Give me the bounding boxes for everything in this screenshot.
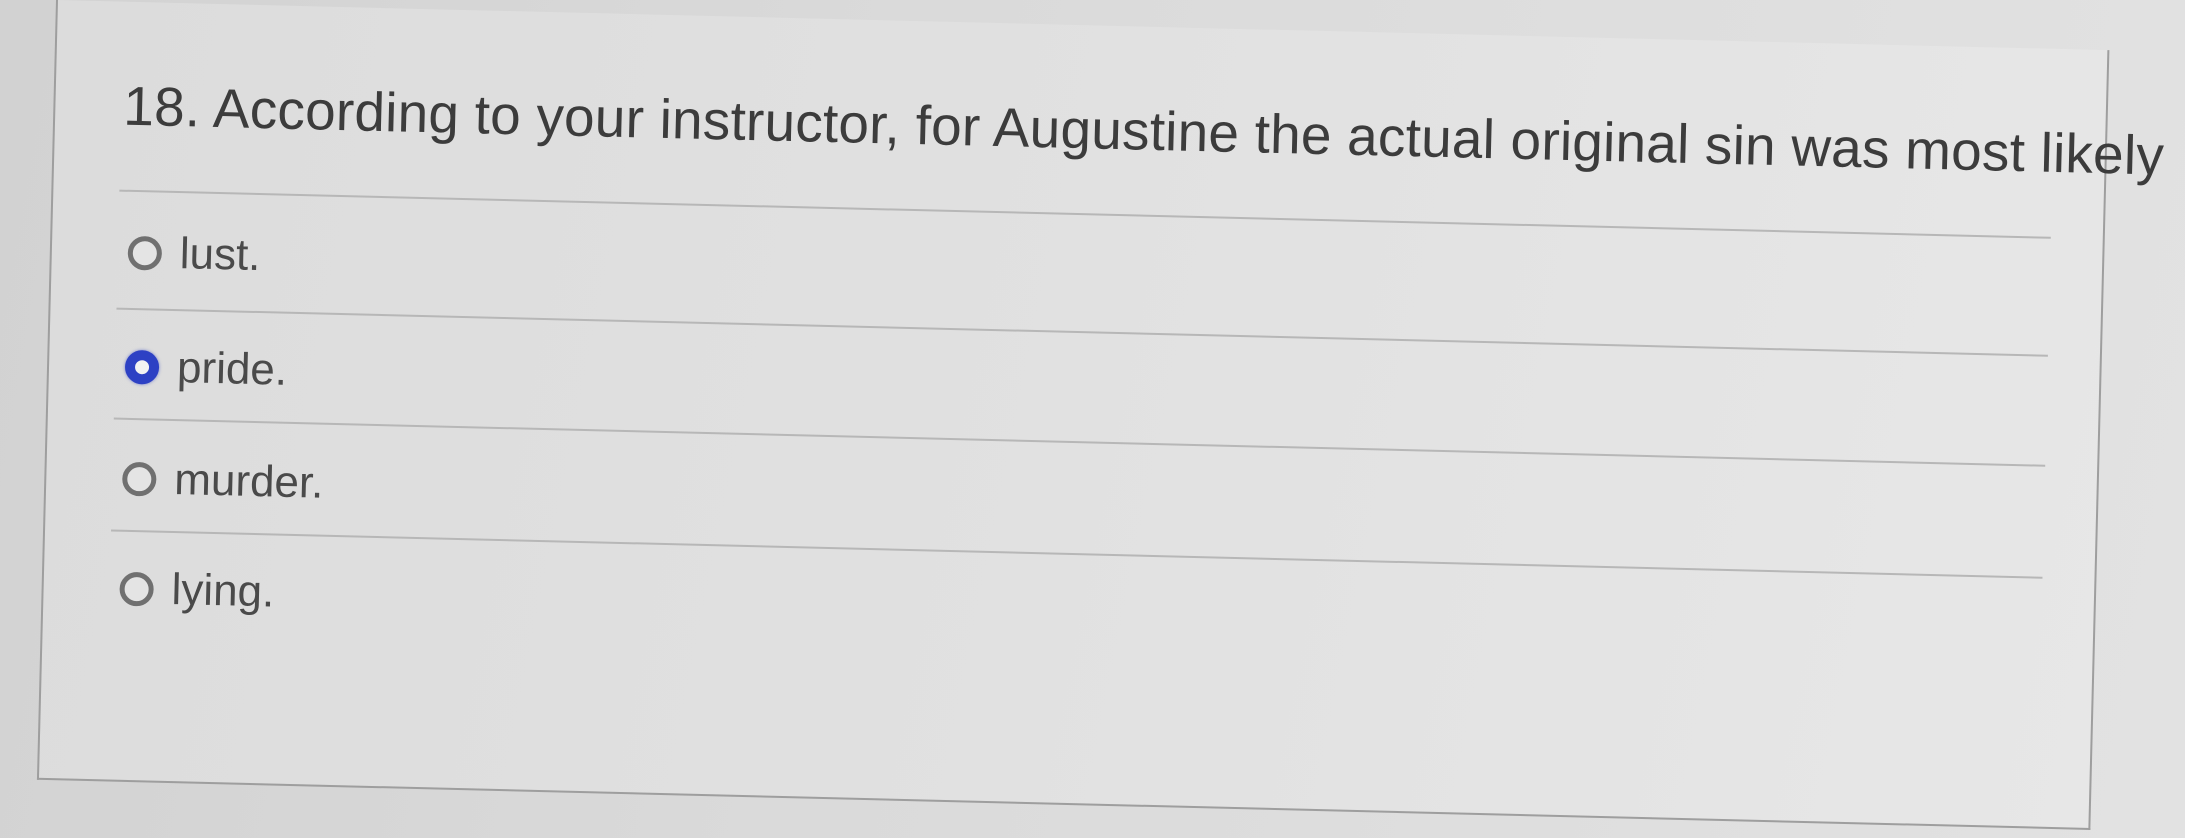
radio-button-unchecked[interactable] <box>127 235 163 271</box>
radio-button-checked[interactable] <box>124 349 160 385</box>
option-lying[interactable]: lying. <box>119 564 275 618</box>
radio-button-unchecked[interactable] <box>119 571 155 607</box>
divider <box>119 189 2051 239</box>
divider <box>111 529 2043 579</box>
option-label: lying. <box>171 565 275 617</box>
question-text: 18. According to your instructor, for Au… <box>122 74 2165 187</box>
quiz-page: 18. According to your instructor, for Au… <box>0 0 2185 838</box>
divider <box>113 417 2046 467</box>
option-lust[interactable]: lust. <box>127 228 261 281</box>
question-card: 18. According to your instructor, for Au… <box>36 0 2165 830</box>
divider <box>116 307 2048 357</box>
option-label: lust. <box>179 229 262 281</box>
option-murder[interactable]: murder. <box>121 454 325 509</box>
option-label: murder. <box>173 455 325 508</box>
option-label: pride. <box>176 343 288 395</box>
option-pride[interactable]: pride. <box>124 342 288 396</box>
radio-button-unchecked[interactable] <box>121 461 157 497</box>
